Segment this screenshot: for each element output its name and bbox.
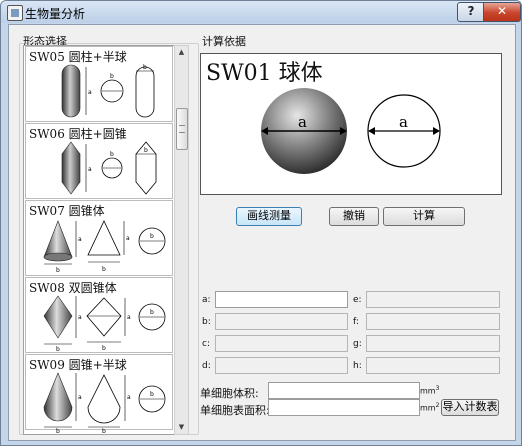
- dim-label: a: [127, 394, 131, 401]
- app-icon: [7, 5, 23, 21]
- shape-list[interactable]: SW05 圆柱+半球 a b b SW06 圆柱+圆锥 a b b SW07 圆…: [23, 45, 175, 435]
- param-b-input[interactable]: [215, 313, 348, 330]
- param-h-input[interactable]: [366, 357, 500, 374]
- param-e-label: e:: [353, 295, 362, 305]
- param-f-label: f:: [353, 317, 359, 327]
- volume-output[interactable]: [268, 382, 420, 399]
- param-f-input[interactable]: [366, 313, 500, 330]
- shape-item-sw07[interactable]: SW07 圆锥体 a b a b b: [25, 200, 173, 276]
- dim-label: a: [78, 314, 82, 321]
- preview-dim-left: a: [298, 113, 307, 131]
- client-area: 形态选择 SW05 圆柱+半球 a b b SW06 圆柱+圆锥 a b b S…: [8, 24, 516, 441]
- double-cone-icon: a b a b b: [43, 295, 166, 352]
- scroll-down-arrow-icon[interactable]: ▼: [175, 421, 188, 434]
- dim-label: b: [110, 73, 114, 80]
- param-g-input[interactable]: [366, 335, 500, 352]
- measure-button[interactable]: 画线测量: [236, 207, 302, 226]
- dim-label: a: [78, 236, 82, 243]
- dim-label: a: [88, 89, 92, 96]
- shape-item-sw09[interactable]: SW09 圆锥+半球 a b a b b: [25, 354, 173, 433]
- area-label: 单细胞表面积:: [200, 404, 270, 417]
- dim-label: b: [110, 151, 114, 158]
- shape-item-sw05[interactable]: SW05 圆柱+半球 a b b: [25, 46, 173, 122]
- dim-label: a: [88, 166, 92, 173]
- param-b-label: b:: [202, 317, 211, 327]
- shape-item-sw08[interactable]: SW08 双圆锥体 a b a b b: [25, 277, 173, 353]
- close-button[interactable]: ✕: [483, 2, 521, 22]
- dim-label: b: [56, 346, 60, 352]
- title-bar[interactable]: 生物量分析 ? ✕: [1, 1, 521, 23]
- param-h-label: h:: [353, 361, 362, 371]
- param-a-label: a:: [202, 295, 211, 305]
- dim-label: a: [127, 314, 131, 321]
- volume-label: 单细胞体积:: [200, 387, 259, 400]
- cone-icon: a b a b b: [43, 220, 166, 274]
- dim-label: b: [150, 233, 154, 240]
- cone-hemisphere-icon: a b a b b: [43, 372, 166, 433]
- window-title: 生物量分析: [25, 7, 86, 21]
- scroll-up-arrow-icon[interactable]: ▲: [175, 46, 188, 59]
- dim-label: b: [150, 309, 154, 316]
- param-g-label: g:: [353, 339, 362, 349]
- scroll-thumb[interactable]: [176, 108, 188, 150]
- dim-label: b: [56, 428, 60, 433]
- shape-preview[interactable]: SW01 球体 a a: [200, 53, 502, 195]
- param-c-input[interactable]: [215, 335, 348, 352]
- area-output[interactable]: [268, 399, 420, 416]
- preview-dim-right: a: [399, 113, 408, 131]
- dim-label: b: [150, 391, 154, 398]
- param-a-input[interactable]: [215, 291, 348, 308]
- dim-label: b: [102, 428, 106, 433]
- shape-list-scrollbar[interactable]: ▲ ▼: [174, 45, 189, 435]
- compute-button[interactable]: 计算: [383, 207, 465, 226]
- shape-item-sw06[interactable]: SW06 圆柱+圆锥 a b b: [25, 123, 173, 199]
- param-d-label: d:: [202, 361, 211, 371]
- dim-label: b: [143, 64, 147, 71]
- volume-unit: mm3: [420, 385, 440, 396]
- calc-basis-label: 计算依据: [202, 35, 246, 48]
- dim-label: a: [78, 394, 82, 401]
- cylinder-hemisphere-icon: a b b: [61, 64, 155, 118]
- dim-label: b: [102, 266, 106, 273]
- undo-button[interactable]: 撤销: [329, 207, 379, 226]
- import-count-button[interactable]: 导入计数表: [441, 399, 499, 416]
- dim-label: b: [56, 267, 60, 274]
- area-unit: mm2: [420, 402, 440, 413]
- param-d-input[interactable]: [215, 357, 348, 374]
- param-c-label: c:: [202, 339, 210, 349]
- param-e-input[interactable]: [366, 291, 500, 308]
- dim-label: b: [144, 147, 148, 154]
- cylinder-cone-icon: a b b: [61, 141, 157, 195]
- dim-label: b: [102, 345, 106, 352]
- sphere-diagram: a a: [261, 88, 441, 174]
- main-window: 生物量分析 ? ✕ 形态选择 SW05 圆柱+半球 a b b SW06 圆柱+…: [0, 0, 522, 446]
- dim-label: a: [126, 235, 130, 242]
- help-button[interactable]: ?: [457, 2, 485, 22]
